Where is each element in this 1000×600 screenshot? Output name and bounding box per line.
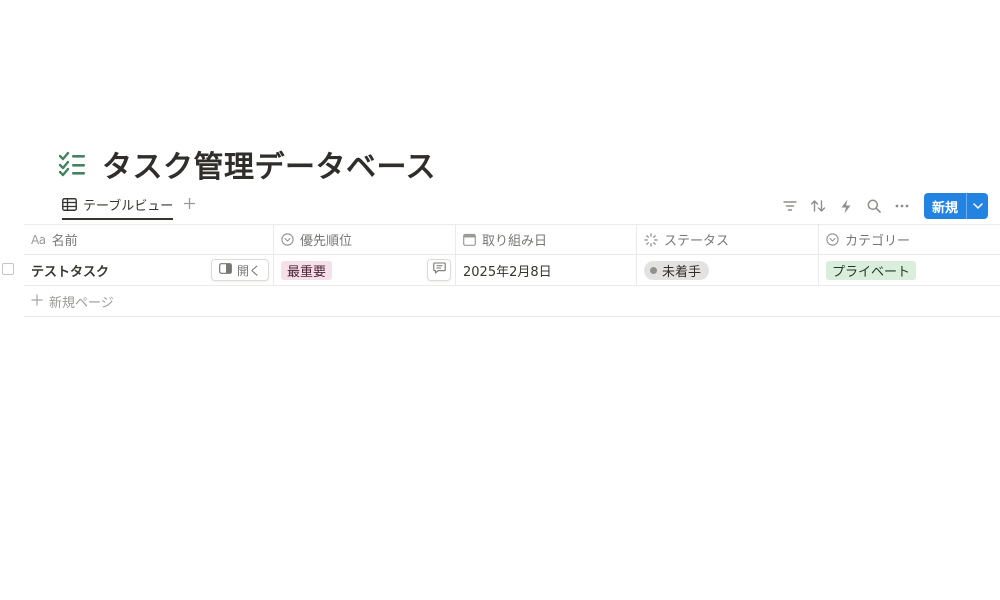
column-label: ステータス xyxy=(664,234,730,249)
search-icon[interactable] xyxy=(862,194,886,218)
column-label: 名前 xyxy=(51,234,78,249)
page-header: タスク管理データベース xyxy=(58,142,436,186)
tab-label: テーブルビュー xyxy=(83,198,174,214)
open-label: 開く xyxy=(236,263,261,278)
sort-icon[interactable] xyxy=(806,194,830,218)
view-toolbar: 新規 xyxy=(778,192,988,220)
column-header-category[interactable]: カテゴリー xyxy=(819,225,1000,254)
column-label: 優先順位 xyxy=(300,234,353,249)
filter-icon[interactable] xyxy=(778,194,802,218)
column-label: カテゴリー xyxy=(845,234,911,249)
cell-category[interactable]: プライベート xyxy=(819,255,1000,285)
select-icon xyxy=(826,233,839,246)
open-page-button[interactable]: 開く xyxy=(210,259,269,281)
side-peek-icon xyxy=(219,263,232,277)
select-icon xyxy=(281,233,294,246)
row-checkbox[interactable] xyxy=(2,263,14,275)
cell-priority[interactable]: 最重要 xyxy=(274,255,456,285)
table-row[interactable]: テストタスク 開く 最重要 2025年2月8日 未着手 プライベート xyxy=(24,255,1000,286)
text-property-icon: Aa xyxy=(31,232,46,247)
checklist-icon[interactable] xyxy=(58,149,88,179)
cell-date[interactable]: 2025年2月8日 xyxy=(456,255,637,285)
task-name[interactable]: テストタスク xyxy=(31,261,109,280)
column-label: 取り組み日 xyxy=(482,234,548,249)
new-page-button[interactable]: 新規ページ xyxy=(24,286,424,316)
new-button[interactable]: 新規 xyxy=(923,193,988,219)
new-page-label: 新規ページ xyxy=(49,295,114,311)
add-view-button[interactable] xyxy=(180,196,198,214)
status-icon xyxy=(644,232,658,247)
calendar-icon xyxy=(463,233,476,246)
column-header-status[interactable]: ステータス xyxy=(637,225,819,254)
priority-tag: 最重要 xyxy=(281,260,333,280)
comment-button[interactable] xyxy=(427,259,451,281)
add-row: 新規ページ xyxy=(24,286,1000,317)
comment-icon xyxy=(432,262,446,278)
chevron-down-icon[interactable] xyxy=(966,193,988,219)
new-button-label: 新規 xyxy=(931,200,958,216)
column-header-date[interactable]: 取り組み日 xyxy=(456,225,637,254)
database-page: タスク管理データベース テーブルビュー 新規 Aa 名前 優先順位 取り組み日 … xyxy=(0,0,1000,600)
plus-icon xyxy=(31,293,43,309)
category-tag: プライベート xyxy=(826,260,917,280)
page-title[interactable]: タスク管理データベース xyxy=(102,142,436,186)
cell-status[interactable]: 未着手 xyxy=(637,255,819,285)
more-icon[interactable] xyxy=(890,194,914,218)
date-value: 2025年2月8日 xyxy=(463,264,552,280)
column-header-priority[interactable]: 優先順位 xyxy=(274,225,456,254)
status-label: 未着手 xyxy=(662,264,702,280)
tab-table-view[interactable]: テーブルビュー xyxy=(62,192,174,220)
automation-icon[interactable] xyxy=(834,194,858,218)
plus-icon xyxy=(183,196,196,214)
view-bar: テーブルビュー 新規 xyxy=(0,192,1000,220)
table-icon xyxy=(62,197,77,211)
database-table: Aa 名前 優先順位 取り組み日 ステータス カテゴリー テストタスク 開く 最… xyxy=(24,224,1000,317)
status-dot-icon xyxy=(650,266,657,274)
column-header-name[interactable]: Aa 名前 xyxy=(24,225,274,254)
cell-name[interactable]: テストタスク 開く xyxy=(24,255,274,285)
status-badge: 未着手 xyxy=(644,260,710,280)
table-header: Aa 名前 優先順位 取り組み日 ステータス カテゴリー xyxy=(24,224,1000,255)
